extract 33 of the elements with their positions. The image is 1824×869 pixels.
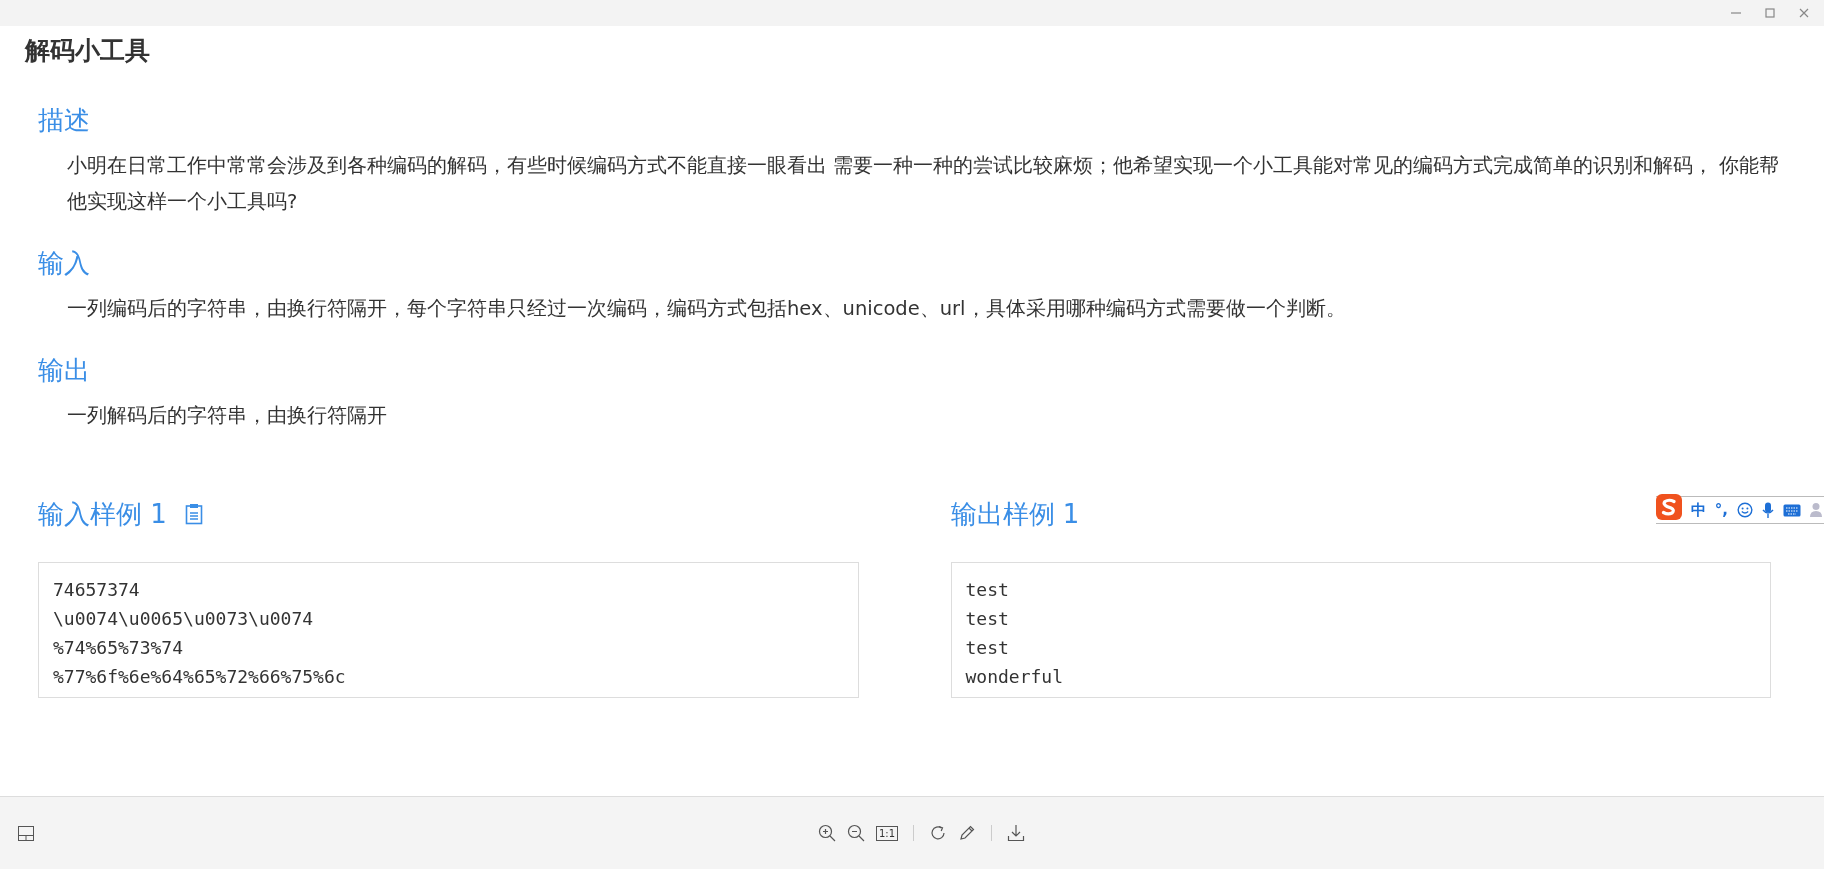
section-text: 一列编码后的字符串，由换行符隔开，每个字符串只经过一次编码，编码方式包括hex、unicode、url，具体采用哪种编码方式需要做一个判断。 <box>67 296 1347 322</box>
section-text: 一列解码后的字符串，由换行符隔开 <box>67 403 388 429</box>
ime-logo-icon[interactable] <box>1655 494 1682 520</box>
maximize-icon[interactable] <box>1764 7 1776 19</box>
code-line: %77%6f%6e%64%65%72%66%75%6c <box>53 665 347 689</box>
code-line: test <box>965 607 1010 631</box>
zoom-out-icon[interactable] <box>847 824 865 842</box>
rotate-icon[interactable] <box>929 824 948 842</box>
clipboard-icon[interactable] <box>184 503 203 525</box>
code-line: test <box>965 578 1010 602</box>
punctuation-toggle[interactable]: °, <box>1714 501 1728 519</box>
actual-size-button[interactable]: 1:1 <box>876 825 899 841</box>
page-title: 解码小工具 <box>25 35 151 67</box>
code-line: wonderful <box>965 665 1065 689</box>
close-icon[interactable] <box>1798 7 1810 19</box>
sample-heading: 输入样例 1 <box>38 497 167 531</box>
section-text: 小明在日常工作中常常会涉及到各种编码的解码，有些时候编码方式不能直接一眼看出 需要一种一种的尝试比较麻烦；他希望实现一个小工具能对常见的编码方式完成简单的识别和解码， 你能帮他实现这样一个小工具吗? <box>67 153 1781 215</box>
section-heading: 描述 <box>38 104 91 137</box>
sample-heading: 输出样例 1 <box>950 497 1080 531</box>
input-mode-toggle[interactable]: 中 <box>1690 500 1706 520</box>
section-heading: 输出 <box>38 354 91 387</box>
microphone-icon[interactable] <box>1762 501 1774 519</box>
code-line: 74657374 <box>53 578 141 602</box>
zoom-in-icon[interactable] <box>818 824 836 842</box>
code-line: %74%65%73%74 <box>53 636 185 660</box>
panel-layout-icon[interactable] <box>18 825 34 841</box>
keyboard-icon[interactable] <box>1783 503 1801 517</box>
code-line: test <box>965 636 1010 660</box>
smiley-icon[interactable] <box>1737 502 1753 518</box>
section-heading: 输入 <box>38 247 91 280</box>
pencil-icon[interactable] <box>958 824 977 842</box>
code-line: \u0074\u0065\u0073\u0074 <box>53 607 315 631</box>
download-icon[interactable] <box>1007 824 1026 842</box>
